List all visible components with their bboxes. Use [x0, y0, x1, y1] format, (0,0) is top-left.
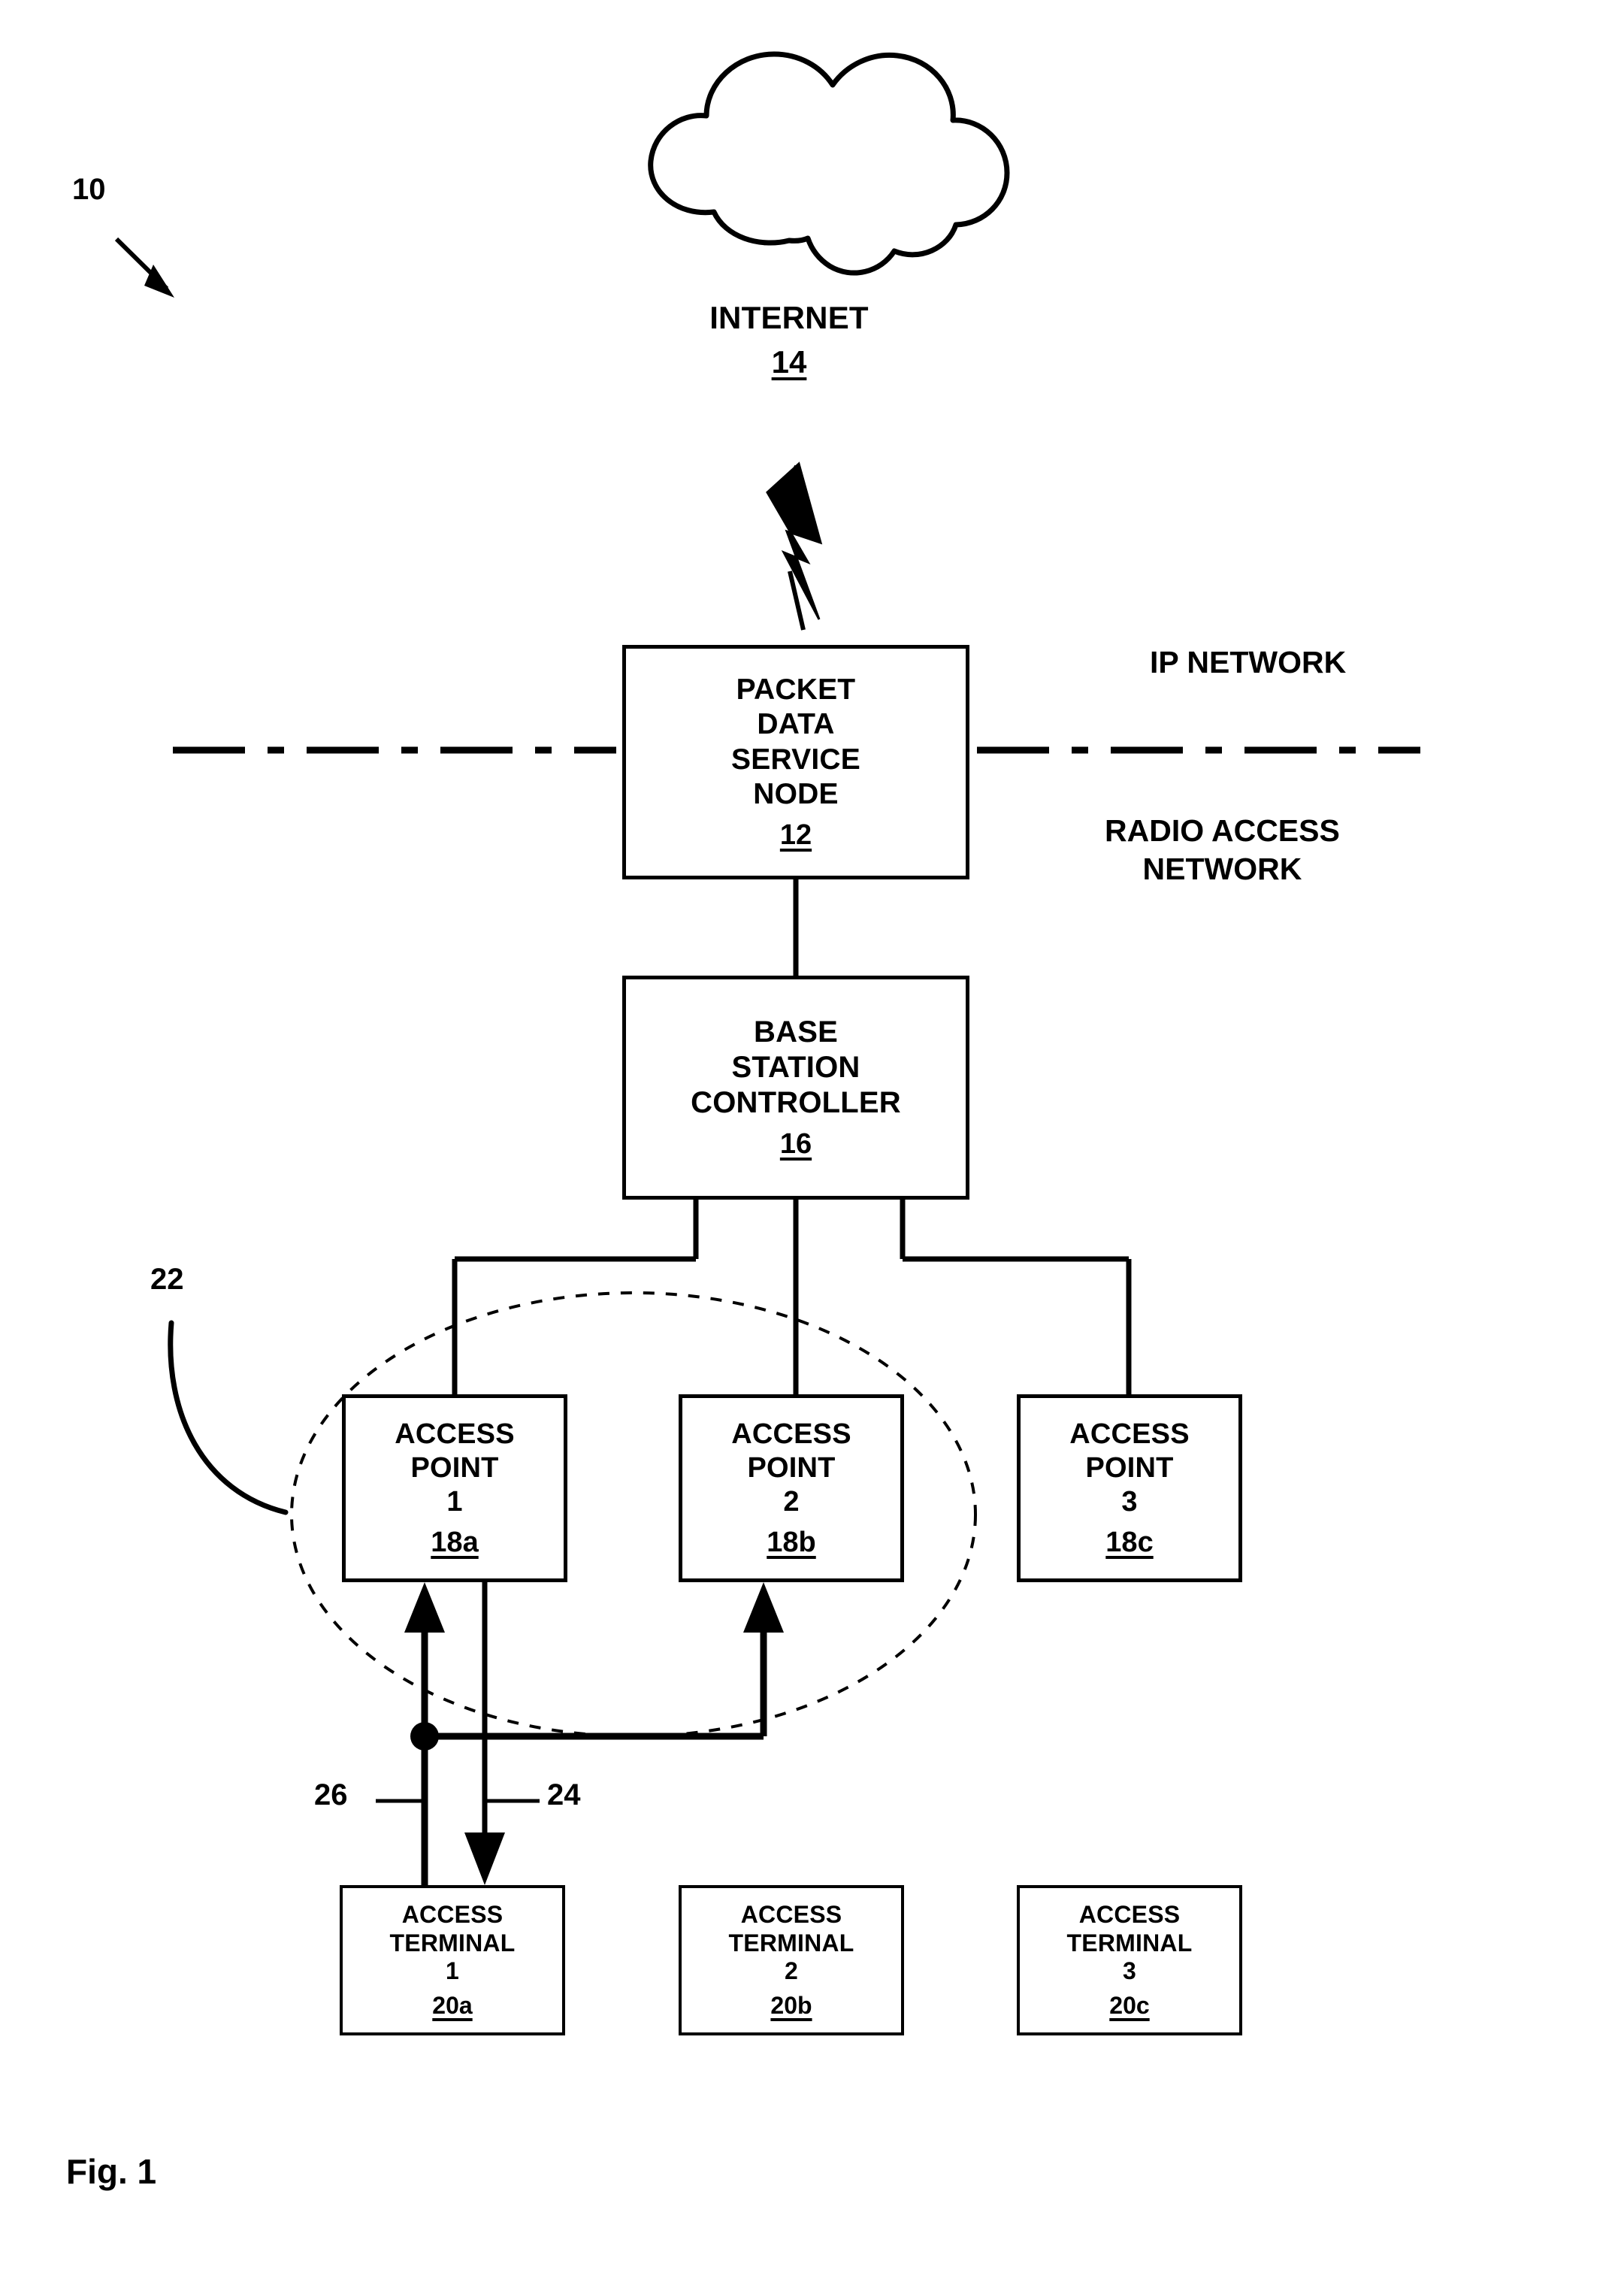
system-ref-label: 10 [72, 173, 106, 206]
at3-line-1: ACCESS [1078, 1900, 1181, 1928]
link-junction-dot [410, 1722, 439, 1751]
internet-name: INTERNET [709, 300, 869, 335]
ap3-line-2: POINT [1085, 1452, 1174, 1484]
pdsn-line-3: SERVICE [731, 743, 860, 776]
region-ref-leader-curve [168, 1320, 289, 1515]
pdsn-ref: 12 [779, 819, 812, 851]
radio-access-network-label: RADIO ACCESS NETWORK [1105, 812, 1340, 889]
bsc-ref: 16 [779, 1128, 812, 1161]
access-point-1-box[interactable]: ACCESS POINT 1 18a [342, 1394, 567, 1582]
access-terminal-3-box[interactable]: ACCESS TERMINAL 3 20c [1017, 1885, 1242, 2035]
bsc-line-2: STATION [731, 1050, 860, 1084]
bsc-line-3: CONTROLLER [691, 1086, 901, 1120]
ap2-line-1: ACCESS [731, 1418, 851, 1451]
at1-ref: 20a [432, 1992, 473, 2020]
access-point-2-box[interactable]: ACCESS POINT 2 18b [679, 1394, 904, 1582]
access-terminal-1-box[interactable]: ACCESS TERMINAL 1 20a [340, 1885, 565, 2035]
ap3-index: 3 [1121, 1485, 1138, 1518]
pdsn-line-4: NODE [753, 777, 839, 810]
ran-line-1: RADIO ACCESS [1105, 813, 1340, 848]
access-point-3-box[interactable]: ACCESS POINT 3 18c [1017, 1394, 1242, 1582]
at3-index: 3 [1123, 1957, 1136, 1985]
at2-index: 2 [785, 1957, 798, 1985]
internet-cloud-label: INTERNET 14 [624, 299, 954, 380]
at1-line-1: ACCESS [401, 1900, 504, 1928]
ap1-index: 1 [446, 1485, 463, 1518]
system-ref-leader-arrow [114, 237, 174, 298]
ap3-ref: 18c [1105, 1526, 1154, 1558]
wireless-lightning-icon [766, 462, 823, 631]
ran-line-2: NETWORK [1142, 852, 1302, 887]
region-ref-label: 22 [150, 1263, 184, 1296]
ap1-line-1: ACCESS [395, 1418, 515, 1451]
downlink-ref-label: 24 [547, 1778, 581, 1811]
figure-caption: Fig. 1 [66, 2152, 157, 2191]
ap2-index: 2 [783, 1485, 800, 1518]
at3-line-2: TERMINAL [1066, 1929, 1193, 1957]
link-uplink-to-ap2 [425, 1582, 784, 1740]
ap1-ref: 18a [431, 1526, 479, 1558]
bsc-line-1: BASE [754, 1015, 838, 1049]
ap2-ref: 18b [767, 1526, 816, 1558]
ip-network-label: IP NETWORK [1150, 645, 1347, 679]
patent-figure: INTERNET 14 PACKET DATA SERVICE NODE 12 … [0, 0, 1624, 2291]
at2-line-1: ACCESS [740, 1900, 842, 1928]
ap1-line-2: POINT [410, 1452, 499, 1484]
internet-ref: 14 [771, 343, 807, 380]
access-terminal-2-box[interactable]: ACCESS TERMINAL 2 20b [679, 1885, 904, 2035]
at2-line-2: TERMINAL [728, 1929, 854, 1957]
at2-ref: 20b [770, 1992, 812, 2020]
packet-data-service-node-box[interactable]: PACKET DATA SERVICE NODE 12 [622, 645, 969, 879]
pdsn-line-1: PACKET [736, 673, 856, 707]
link-bsc-to-access-points [452, 1200, 1132, 1394]
at1-line-2: TERMINAL [389, 1929, 516, 1957]
ap2-line-2: POINT [747, 1452, 836, 1484]
cloud-icon [648, 51, 1010, 276]
at3-ref: 20c [1109, 1992, 1150, 2020]
at1-index: 1 [446, 1957, 459, 1985]
base-station-controller-box[interactable]: BASE STATION CONTROLLER 16 [622, 976, 969, 1200]
ap3-line-1: ACCESS [1069, 1418, 1190, 1451]
pdsn-line-2: DATA [757, 708, 835, 741]
uplink-ref-label: 26 [314, 1778, 348, 1811]
